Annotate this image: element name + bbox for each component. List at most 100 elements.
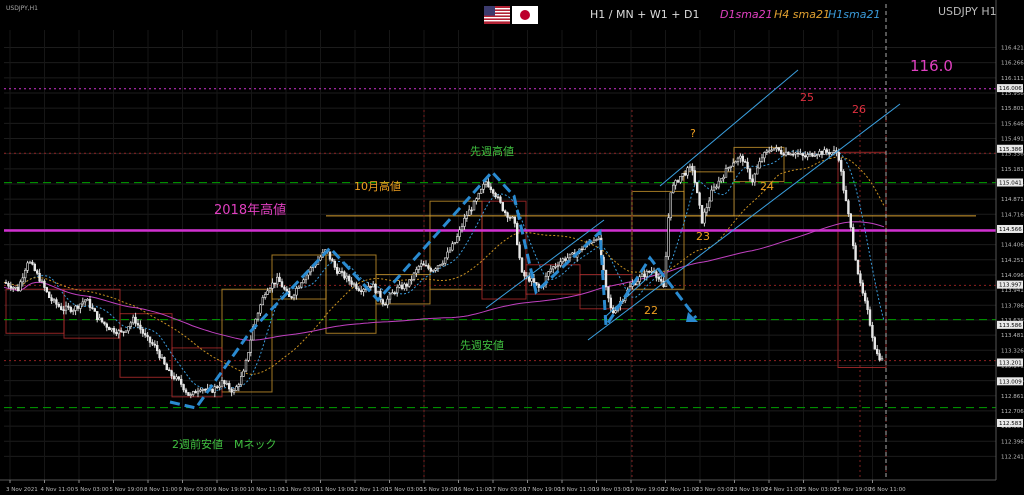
- candle-body: [463, 218, 466, 227]
- candle-body: [249, 339, 252, 353]
- time-tick-label: 22 Nov 11:00: [662, 487, 700, 493]
- candle-body: [256, 312, 260, 320]
- price-tick-label: 112.396: [1001, 439, 1024, 445]
- candle-body: [422, 263, 425, 266]
- time-tick-label: 23 Nov 19:00: [731, 487, 769, 493]
- candle-body: [439, 264, 442, 267]
- candle-body: [467, 209, 471, 216]
- candle-body: [93, 308, 97, 312]
- time-tick-label: 11 Nov 19:00: [317, 487, 355, 493]
- label-116: 116.0: [910, 57, 953, 75]
- label-two-weeks-low: 2週前安値 Mネック: [172, 437, 277, 451]
- candle-body: [530, 278, 533, 282]
- time-tick-label: 11 Nov 03:00: [282, 487, 320, 493]
- price-chart[interactable]: 116.421116.266116.111115.956115.801115.6…: [0, 0, 1024, 495]
- time-tick-label: 5 Nov 03:00: [75, 487, 109, 493]
- price-tick-label: 114.406: [1001, 243, 1024, 249]
- candle-body: [724, 168, 728, 178]
- candle-body: [201, 389, 204, 391]
- candle-body: [345, 275, 348, 279]
- candle-body: [84, 299, 87, 303]
- candle-body: [580, 248, 584, 251]
- candle-body: [782, 153, 785, 156]
- candle-body: [787, 151, 790, 155]
- candle-body: [352, 283, 356, 286]
- candle-body: [333, 261, 336, 268]
- price-tag-label: 113.201: [999, 361, 1022, 367]
- candle-body: [218, 385, 221, 388]
- candle-body: [412, 272, 416, 280]
- candle-body: [700, 204, 704, 224]
- candle-body: [508, 217, 512, 219]
- time-tick-label: 25 Nov 19:00: [834, 487, 872, 493]
- candle-body: [681, 173, 685, 177]
- candle-body: [151, 342, 154, 345]
- candle-body: [383, 303, 387, 306]
- candle-body: [194, 391, 197, 394]
- candle-body: [727, 167, 730, 169]
- candle-body: [789, 153, 793, 156]
- candle-body: [376, 290, 380, 294]
- candle-body: [182, 384, 185, 391]
- candle-body: [743, 161, 747, 163]
- price-tick-label: 113.786: [1001, 303, 1024, 309]
- candle-body: [751, 178, 754, 183]
- candle-body: [856, 259, 860, 275]
- candle-body: [76, 305, 80, 309]
- candle-body: [14, 286, 17, 289]
- candle-body: [223, 380, 226, 384]
- candle-body: [144, 333, 147, 336]
- candle-body: [278, 276, 281, 282]
- candle-body: [230, 388, 233, 393]
- candle-body: [775, 147, 778, 149]
- candle-body: [225, 383, 228, 385]
- price-tag-label: 116.006: [999, 86, 1022, 92]
- candle-body: [784, 151, 788, 156]
- candle-body: [722, 176, 725, 180]
- candle-body: [86, 299, 89, 301]
- candle-body: [443, 257, 447, 264]
- candle-body: [535, 282, 538, 285]
- candle-body: [216, 386, 219, 389]
- candle-body: [319, 256, 322, 261]
- candle-body: [487, 181, 490, 188]
- candle-body: [715, 186, 718, 189]
- candle-body: [820, 151, 824, 155]
- candle-body: [170, 370, 173, 377]
- time-tick-label: 4 Nov 11:00: [41, 487, 75, 493]
- candle-body: [868, 309, 872, 326]
- timeframe-title: H1 / MN + W1 + D1: [590, 8, 700, 21]
- candle-body: [537, 283, 541, 288]
- candle-body: [355, 283, 358, 290]
- candle-body: [494, 193, 497, 198]
- candle-body: [823, 149, 826, 155]
- price-tag-label: 115.386: [999, 147, 1022, 153]
- candle-body: [98, 317, 101, 321]
- legend-d1-sma: D1sma21: [720, 8, 773, 21]
- candle-body: [811, 152, 814, 157]
- candle-body: [187, 392, 190, 396]
- candle-body: [765, 150, 769, 153]
- candle-body: [655, 271, 658, 278]
- candle-body: [736, 157, 740, 162]
- price-tick-label: 116.111: [1001, 76, 1024, 82]
- price-tick-label: 112.861: [1001, 394, 1024, 400]
- candle-body: [686, 167, 689, 176]
- candle-body: [302, 279, 305, 284]
- price-tick-label: 115.801: [1001, 106, 1024, 112]
- candle-body: [16, 286, 20, 292]
- candle-body: [475, 198, 478, 202]
- candle-body: [434, 268, 437, 271]
- candle-body: [679, 176, 682, 183]
- candle-body: [499, 196, 502, 203]
- candle-body: [779, 149, 783, 155]
- candle-body: [266, 290, 269, 295]
- price-tag-label: 113.009: [999, 379, 1022, 385]
- candle-body: [112, 327, 116, 333]
- price-tick-label: 112.241: [1001, 454, 1024, 460]
- candle-body: [127, 326, 130, 332]
- price-tick-label: 116.421: [1001, 46, 1024, 52]
- candle-body: [830, 152, 833, 155]
- candle-body: [213, 386, 216, 393]
- candle-body: [777, 147, 781, 151]
